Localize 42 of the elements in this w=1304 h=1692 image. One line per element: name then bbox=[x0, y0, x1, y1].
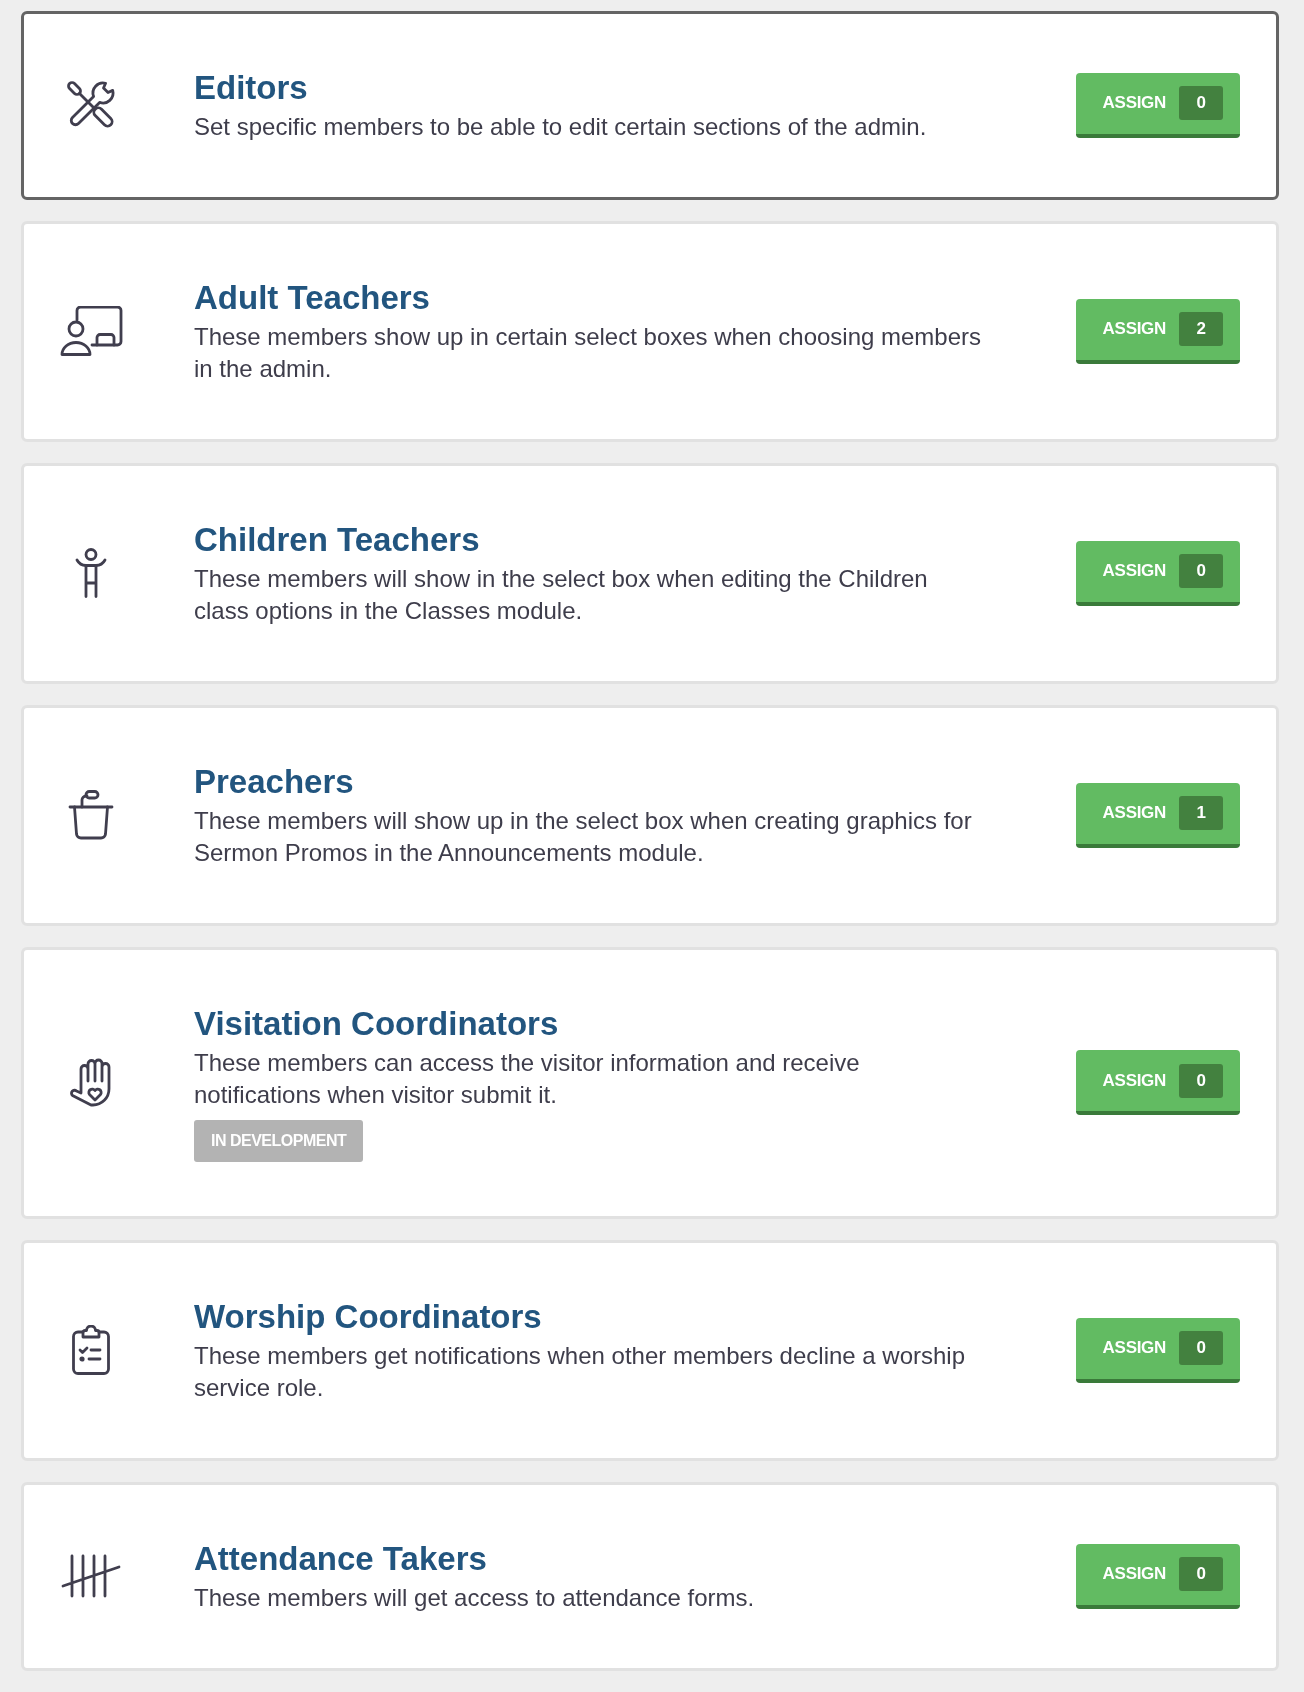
role-title: Preachers bbox=[194, 762, 354, 802]
assign-button[interactable]: ASSIGN 0 bbox=[1075, 1317, 1240, 1383]
role-description: These members show up in certain select boxes when choosing members in the admin. bbox=[194, 322, 983, 384]
role-title: Worship Coordinators bbox=[194, 1297, 542, 1337]
count-badge: 2 bbox=[1179, 312, 1223, 346]
role-title: Editors bbox=[194, 68, 308, 108]
role-description: These members will show up in the select box when creating graphics for Sermon Promos in the Announcements module. bbox=[194, 806, 973, 868]
person-screen-icon bbox=[59, 306, 123, 356]
hand-heart-icon bbox=[69, 1057, 113, 1108]
count-badge: 0 bbox=[1179, 86, 1223, 120]
role-description: Set specific members to be able to edit certain sections of the admin. bbox=[194, 112, 927, 142]
status-tag: IN DEVELOPMENT bbox=[194, 1120, 364, 1162]
role-title: Children Teachers bbox=[194, 520, 480, 560]
role-description: These members get notifications when other members decline a worship service role. bbox=[194, 1341, 967, 1403]
tally-marks-icon bbox=[61, 1554, 121, 1598]
clipboard-checklist-icon bbox=[72, 1325, 110, 1375]
child-icon bbox=[75, 548, 107, 598]
role-card[interactable]: Worship Coordinators These members get notifications when other members decline a worship service role. ASSIGN 0 bbox=[21, 1240, 1279, 1461]
count-badge: 0 bbox=[1179, 554, 1223, 588]
role-card[interactable]: Preachers These members will show up in the select box when creating graphics for Sermon Promos in the Announcements module. ASSIGN 1 bbox=[21, 705, 1279, 926]
role-card[interactable]: Visitation Coordinators These members can access the visitor information and receive notifications when visitor submit it. IN DEVELOPMENT ASSIGN 0 bbox=[21, 947, 1279, 1219]
role-description: These members will show in the select box when editing the Children class options in the Classes module. bbox=[194, 564, 929, 626]
assign-button[interactable]: ASSIGN 0 bbox=[1075, 540, 1240, 606]
assign-button[interactable]: ASSIGN 2 bbox=[1075, 298, 1240, 364]
role-title: Adult Teachers bbox=[194, 278, 430, 318]
count-badge: 0 bbox=[1179, 1063, 1223, 1098]
role-card[interactable]: Children Teachers These members will show in the select box when editing the Children class options in the Classes module. ASSIGN 0 bbox=[21, 463, 1279, 684]
assign-button[interactable]: ASSIGN 0 bbox=[1075, 72, 1240, 138]
role-title: Attendance Takers bbox=[194, 1539, 487, 1579]
role-card[interactable]: Adult Teachers These members show up in certain select boxes when choosing members in the admin. ASSIGN 2 bbox=[21, 221, 1279, 442]
role-title: Visitation Coordinators bbox=[194, 1004, 559, 1044]
assign-button[interactable]: ASSIGN 0 bbox=[1075, 1543, 1240, 1609]
assign-button[interactable]: ASSIGN 1 bbox=[1075, 782, 1240, 848]
podium-icon bbox=[68, 790, 114, 840]
role-card[interactable]: Attendance Takers These members will get access to attendance forms. ASSIGN 0 bbox=[21, 1482, 1279, 1671]
count-badge: 0 bbox=[1179, 1331, 1223, 1365]
count-badge: 1 bbox=[1179, 796, 1223, 830]
role-card[interactable]: Editors Set specific members to be able to edit certain sections of the admin. ASSIGN 0 bbox=[21, 11, 1279, 200]
role-description: These members can access the visitor information and receive notifications when visitor submit it. bbox=[194, 1048, 861, 1110]
assign-button[interactable]: ASSIGN 0 bbox=[1075, 1050, 1240, 1115]
role-description: These members will get access to attendance forms. bbox=[194, 1583, 755, 1613]
count-badge: 0 bbox=[1179, 1557, 1223, 1591]
